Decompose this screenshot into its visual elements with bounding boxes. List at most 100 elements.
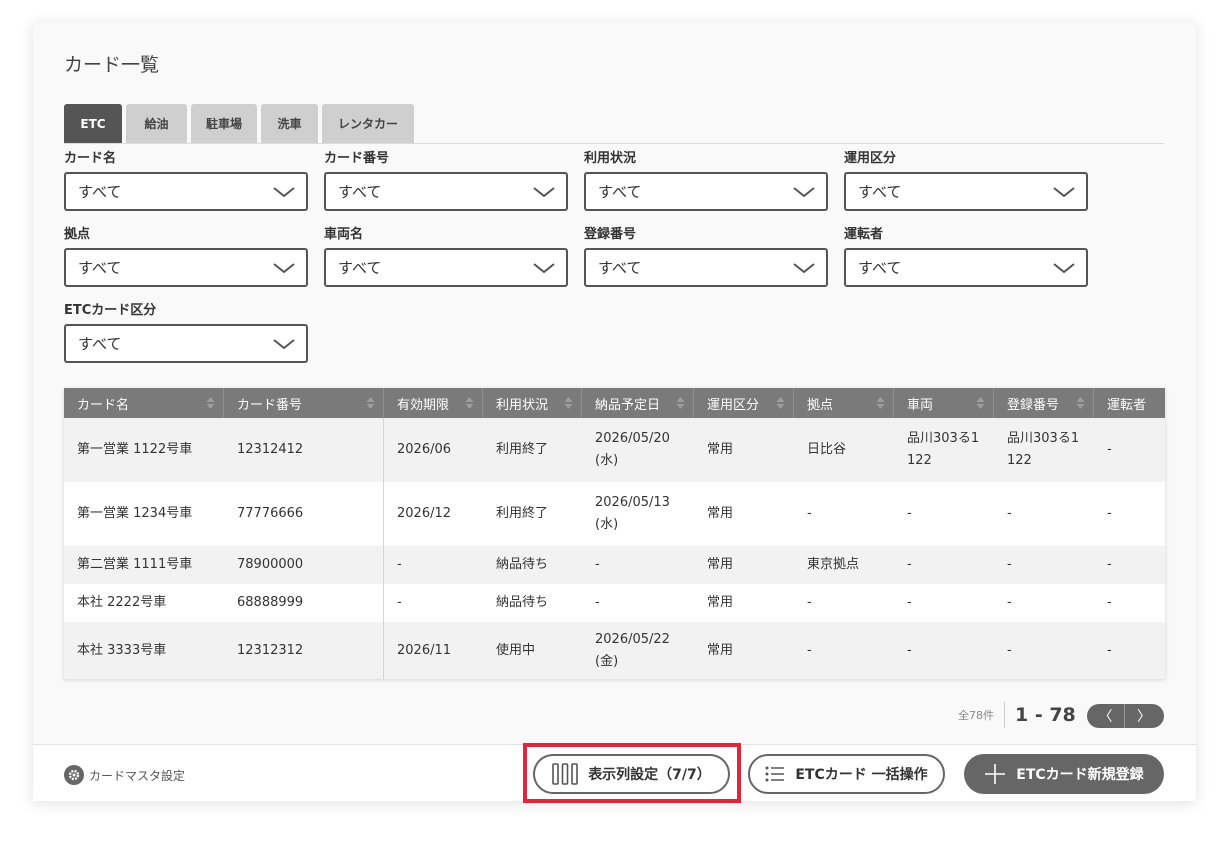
filter-label: ETCカード区分 [64,303,157,318]
footer-bar: カードマスタ設定 表示列設定（7/7） ETCカード 一括操作 ETCカード新規… [33,743,1196,803]
table-row[interactable]: 第一営業 1234号車 77776666 2026/12 利用終了 2026/0… [64,482,1165,546]
sort-icon [776,397,785,409]
table-header: カード名 カード番号 有効期限 利用状況 納品予定日 運用区分 拠点 車両 登録… [64,388,1165,418]
filter-driver: 運転者 すべて [844,227,1088,287]
column-header[interactable]: 利用状況 [483,388,582,418]
filter-label: 拠点 [64,227,91,242]
pagination-divider [1004,702,1005,728]
table-cell: - [907,557,912,572]
filter-card-number: カード番号 すべて [324,151,568,211]
table-cell: 2026/05/20(水) [595,431,670,468]
driver-select[interactable]: すべて [844,248,1088,287]
column-header: 運転者 [1094,388,1165,418]
table-cell: 本社 2222号車 [77,595,167,610]
column-header[interactable]: 納品予定日 [582,388,694,418]
card-master-settings-link[interactable]: カードマスタ設定 [64,765,185,785]
filter-label: カード名 [64,151,117,166]
tab-parking[interactable]: 駐車場 [191,104,257,143]
table-cell: - [907,595,912,610]
pagination-controls: 〈 〉 [1087,704,1164,728]
table-cell: 2026/05/22(金) [595,631,670,669]
list-icon [765,766,785,782]
bulk-operation-button[interactable]: ETCカード 一括操作 [748,754,945,794]
new-etc-card-button[interactable]: ETCカード新規登録 [964,754,1164,794]
tab-divider [64,143,1164,144]
table-cell: - [907,506,912,521]
table-cell: 第二営業 1111号車 [77,557,193,572]
select-value: すべて [338,259,382,277]
tab-etc[interactable]: ETC [64,104,122,143]
column-header[interactable]: カード番号 [224,388,384,418]
sort-icon [366,397,375,409]
select-value: すべて [78,183,122,201]
filter-label: 登録番号 [584,227,637,242]
select-value: すべて [858,183,902,201]
etc-card-type-select[interactable]: すべて [64,324,308,363]
sort-icon [976,397,985,409]
table-row[interactable]: 第一営業 1122号車 12312412 2026/06 利用終了 2026/0… [64,418,1165,482]
settings-label: カードマスタ設定 [89,768,186,783]
sort-icon [676,397,685,409]
chevron-down-icon [273,187,295,198]
table-cell: 常用 [707,506,734,521]
column-header[interactable]: 登録番号 [994,388,1094,418]
filter-label: 運用区分 [844,151,897,166]
table-row[interactable]: 第二営業 1111号車 78900000 - 納品待ち - 常用 東京拠点 - … [64,546,1165,584]
table-cell: 東京拠点 [807,557,860,572]
table-cell: - [397,595,402,610]
card-list-panel: カード一覧 ETC 給油 駐車場 洗車 レンタカー カード名 すべて カード番号… [33,22,1196,803]
registration-number-select[interactable]: すべて [584,248,828,287]
column-header[interactable]: 運用区分 [694,388,794,418]
table-cell: 常用 [707,595,734,610]
column-settings-button[interactable]: 表示列設定（7/7） [533,754,730,794]
table-cell: 常用 [707,442,734,457]
column-header[interactable]: 有効期限 [384,388,483,418]
plus-icon [985,764,1006,784]
column-label: 利用状況 [496,397,549,413]
table-cell: - [907,642,912,658]
base-select[interactable]: すべて [64,248,308,287]
new-etc-card-label: ETCカード新規登録 [1016,767,1144,783]
column-label: 登録番号 [1007,397,1060,413]
bulk-operation-label: ETCカード 一括操作 [795,767,928,783]
select-value: すべて [598,259,642,277]
chevron-down-icon [1053,187,1075,198]
filter-registration-number: 登録番号 すべて [584,227,828,287]
table-cell: - [397,557,402,572]
table-cell: 第一営業 1234号車 [77,506,193,521]
column-label: 運用区分 [707,397,760,413]
tab-fuel[interactable]: 給油 [126,104,187,143]
sort-icon [564,397,573,409]
filter-usage-status: 利用状況 すべて [584,151,828,211]
table-cell: - [1107,506,1112,521]
operation-type-select[interactable]: すべて [844,172,1088,211]
card-name-select[interactable]: すべて [64,172,308,211]
table-cell: - [807,595,812,610]
vehicle-name-select[interactable]: すべて [324,248,568,287]
prev-page-button[interactable]: 〈 [1087,704,1125,728]
column-header[interactable]: 拠点 [794,388,894,418]
tab-rental-car[interactable]: レンタカー [322,104,414,143]
usage-status-select[interactable]: すべて [584,172,828,211]
chevron-down-icon [793,263,815,274]
column-header[interactable]: カード名 [64,388,224,418]
columns-icon [552,763,578,785]
table-cell: 2026/05/13(水) [595,495,670,532]
card-table: カード名 カード番号 有効期限 利用状況 納品予定日 運用区分 拠点 車両 登録… [64,388,1165,679]
filter-label: カード番号 [324,151,390,166]
table-cell: - [1007,557,1012,572]
chevron-down-icon [793,187,815,198]
table-cell: 日比谷 [807,442,847,457]
table-cell: - [595,595,600,610]
tab-carwash[interactable]: 洗車 [261,104,318,143]
table-row[interactable]: 本社 3333号車 12312312 2026/11 使用中 2026/05/2… [64,622,1165,679]
table-row[interactable]: 本社 2222号車 68888999 - 納品待ち - 常用 - - - - [64,584,1165,622]
column-header[interactable]: 車両 [894,388,994,418]
next-page-button[interactable]: 〉 [1125,704,1163,728]
table-cell: 12312312 [224,622,384,679]
column-label: 有効期限 [397,397,450,413]
card-number-select[interactable]: すべて [324,172,568,211]
filter-base: 拠点 すべて [64,227,308,287]
filter-label: 運転者 [844,227,884,242]
table-cell: 68888999 [224,584,384,622]
